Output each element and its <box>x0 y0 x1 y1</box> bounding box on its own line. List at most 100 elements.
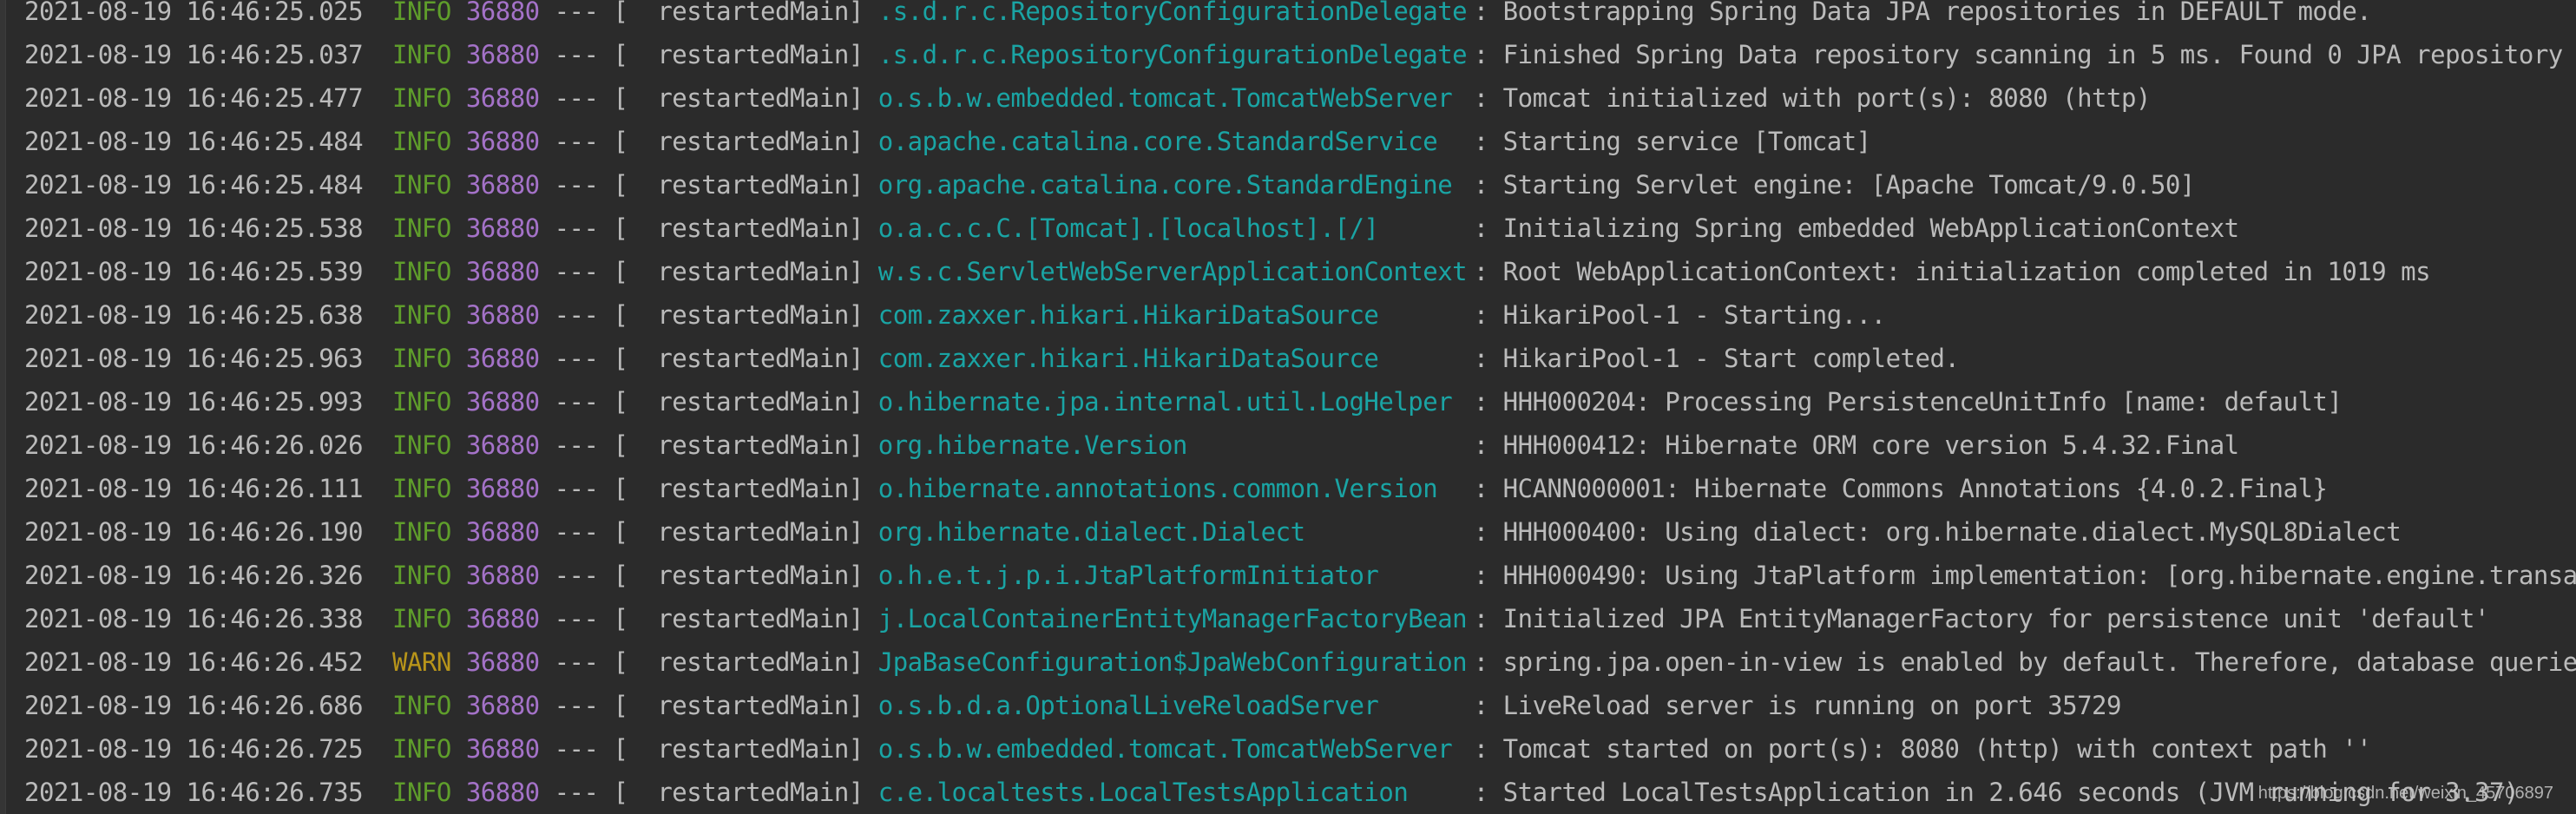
log-line: 2021-08-19 16:46:25.638 INFO 36880 --- [… <box>24 293 2576 337</box>
log-line: 2021-08-19 16:46:26.735 INFO 36880 --- [… <box>24 771 2576 814</box>
log-separator: --- <box>554 83 599 113</box>
log-logger: org.hibernate.dialect.Dialect <box>877 517 1305 547</box>
log-message: HHH000204: Processing PersistenceUnitInf… <box>1502 387 2343 417</box>
log-pid: 36880 <box>465 344 540 373</box>
log-colon: : <box>1473 430 1503 460</box>
log-pid: 36880 <box>465 430 540 460</box>
log-level: INFO <box>392 691 451 720</box>
log-level: INFO <box>392 213 451 243</box>
log-thread: restartedMain <box>657 691 849 720</box>
log-timestamp: 2021-08-19 16:46:25.638 <box>24 300 364 330</box>
log-separator: --- <box>554 387 599 417</box>
log-separator: --- <box>554 344 599 373</box>
log-separator: --- <box>554 647 599 677</box>
log-separator: --- <box>554 0 599 26</box>
log-separator: --- <box>554 213 599 243</box>
log-line: 2021-08-19 16:46:25.484 INFO 36880 --- [… <box>24 163 2576 207</box>
log-thread: restartedMain <box>657 0 849 26</box>
log-separator: --- <box>554 691 599 720</box>
log-pid: 36880 <box>465 778 540 807</box>
log-pid: 36880 <box>465 257 540 286</box>
log-pid: 36880 <box>465 517 540 547</box>
log-logger: com.zaxxer.hikari.HikariDataSource <box>877 300 1379 330</box>
log-timestamp: 2021-08-19 16:46:26.338 <box>24 604 364 633</box>
log-logger: o.s.b.w.embedded.tomcat.TomcatWebServer <box>877 734 1453 764</box>
log-message: HHH000400: Using dialect: org.hibernate.… <box>1502 517 2402 547</box>
log-level: INFO <box>392 170 451 200</box>
log-separator: --- <box>554 778 599 807</box>
console-gutter <box>0 0 6 814</box>
log-pid: 36880 <box>465 734 540 764</box>
log-pid: 36880 <box>465 127 540 156</box>
console-output[interactable]: 2021-08-19 16:46:25.025 INFO 36880 --- [… <box>24 0 2576 814</box>
log-line: 2021-08-19 16:46:25.025 INFO 36880 --- [… <box>24 0 2576 33</box>
log-logger: o.apache.catalina.core.StandardService <box>877 127 1438 156</box>
log-line: 2021-08-19 16:46:26.026 INFO 36880 --- [… <box>24 423 2576 467</box>
log-level: INFO <box>392 387 451 417</box>
log-message: HikariPool-1 - Starting... <box>1502 300 1886 330</box>
log-thread: restartedMain <box>657 517 849 547</box>
log-line: 2021-08-19 16:46:26.190 INFO 36880 --- [… <box>24 510 2576 554</box>
log-logger: .s.d.r.c.RepositoryConfigurationDelegate <box>877 40 1468 69</box>
log-level: INFO <box>392 257 451 286</box>
log-logger: org.hibernate.Version <box>877 430 1188 460</box>
log-colon: : <box>1473 734 1503 764</box>
log-message: Root WebApplicationContext: initializati… <box>1502 257 2431 286</box>
log-thread: restartedMain <box>657 257 849 286</box>
log-timestamp: 2021-08-19 16:46:26.190 <box>24 517 364 547</box>
log-message: HHH000490: Using JtaPlatform implementat… <box>1502 561 2576 590</box>
log-pid: 36880 <box>465 0 540 26</box>
log-timestamp: 2021-08-19 16:46:25.484 <box>24 170 364 200</box>
log-colon: : <box>1473 83 1503 113</box>
log-timestamp: 2021-08-19 16:46:26.725 <box>24 734 364 764</box>
log-thread: restartedMain <box>657 213 849 243</box>
log-level: INFO <box>392 430 451 460</box>
log-level: INFO <box>392 344 451 373</box>
log-message: Starting Servlet engine: [Apache Tomcat/… <box>1502 170 2196 200</box>
log-thread: restartedMain <box>657 127 849 156</box>
log-logger: o.hibernate.jpa.internal.util.LogHelper <box>877 387 1453 417</box>
log-timestamp: 2021-08-19 16:46:26.326 <box>24 561 364 590</box>
log-logger: JpaBaseConfiguration$JpaWebConfiguration <box>877 647 1468 677</box>
log-line: 2021-08-19 16:46:25.037 INFO 36880 --- [… <box>24 33 2576 76</box>
log-colon: : <box>1473 561 1503 590</box>
log-message: Initialized JPA EntityManagerFactory for… <box>1502 604 2490 633</box>
log-line: 2021-08-19 16:46:25.993 INFO 36880 --- [… <box>24 380 2576 423</box>
log-thread: restartedMain <box>657 170 849 200</box>
log-timestamp: 2021-08-19 16:46:25.538 <box>24 213 364 243</box>
log-logger: c.e.localtests.LocalTestsApplication <box>877 778 1409 807</box>
log-timestamp: 2021-08-19 16:46:25.993 <box>24 387 364 417</box>
log-timestamp: 2021-08-19 16:46:25.539 <box>24 257 364 286</box>
log-colon: : <box>1473 691 1503 720</box>
log-level: INFO <box>392 0 451 26</box>
log-pid: 36880 <box>465 300 540 330</box>
log-separator: --- <box>554 257 599 286</box>
log-pid: 36880 <box>465 691 540 720</box>
log-pid: 36880 <box>465 604 540 633</box>
log-pid: 36880 <box>465 83 540 113</box>
log-message: Bootstrapping Spring Data JPA repositori… <box>1502 0 2372 26</box>
log-timestamp: 2021-08-19 16:46:26.111 <box>24 474 364 503</box>
log-message: Starting service [Tomcat] <box>1502 127 1872 156</box>
log-message: spring.jpa.open-in-view is enabled by de… <box>1502 647 2576 677</box>
log-thread: restartedMain <box>657 561 849 590</box>
log-level: INFO <box>392 127 451 156</box>
log-colon: : <box>1473 300 1503 330</box>
log-colon: : <box>1473 170 1503 200</box>
log-line: 2021-08-19 16:46:26.338 INFO 36880 --- [… <box>24 597 2576 640</box>
log-logger: w.s.c.ServletWebServerApplicationContext <box>877 257 1468 286</box>
log-timestamp: 2021-08-19 16:46:26.452 <box>24 647 364 677</box>
log-level: INFO <box>392 604 451 633</box>
log-message: Initializing Spring embedded WebApplicat… <box>1502 213 2239 243</box>
log-timestamp: 2021-08-19 16:46:25.963 <box>24 344 364 373</box>
log-message: LiveReload server is running on port 357… <box>1502 691 2122 720</box>
log-timestamp: 2021-08-19 16:46:25.025 <box>24 0 364 26</box>
log-separator: --- <box>554 40 599 69</box>
log-separator: --- <box>554 170 599 200</box>
log-thread: restartedMain <box>657 474 849 503</box>
log-timestamp: 2021-08-19 16:46:25.037 <box>24 40 364 69</box>
log-pid: 36880 <box>465 474 540 503</box>
log-level: WARN <box>392 647 451 677</box>
log-message: HCANN000001: Hibernate Commons Annotatio… <box>1502 474 2328 503</box>
log-thread: restartedMain <box>657 344 849 373</box>
